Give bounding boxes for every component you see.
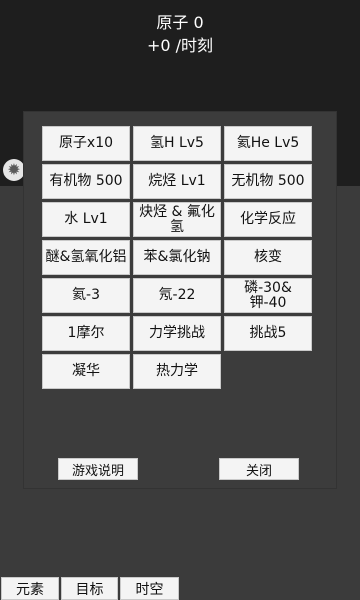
tab-spacetime[interactable]: 时空 [120, 577, 179, 600]
grid-button[interactable]: 苯&氯化钠 [133, 240, 221, 275]
grid-button[interactable]: 氦-3 [42, 278, 130, 313]
grid-button[interactable]: 1摩尔 [42, 316, 130, 351]
close-button[interactable]: 关闭 [219, 458, 299, 480]
grid-button[interactable]: 氢H Lv5 [133, 126, 221, 161]
grid-button[interactable]: 炔烃 & 氟化氢 [133, 202, 221, 237]
grid-button[interactable]: 有机物 500 [42, 164, 130, 199]
grid-button[interactable]: 烷烃 Lv1 [133, 164, 221, 199]
atom-count: 原子 0 [156, 13, 204, 32]
grid-button[interactable]: 凝华 [42, 354, 130, 389]
grid-button[interactable]: 醚&氢氧化铝 [42, 240, 130, 275]
achievements-panel: 原子x10 氢H Lv5 氦He Lv5 有机物 500 烷烃 Lv1 无机物 … [24, 112, 336, 488]
grid-button[interactable]: 原子x10 [42, 126, 130, 161]
settings-button[interactable]: ✹ [3, 159, 25, 181]
tab-elements[interactable]: 元素 [1, 577, 59, 600]
grid-button[interactable]: 水 Lv1 [42, 202, 130, 237]
grid-button[interactable]: 热力学 [133, 354, 221, 389]
help-button[interactable]: 游戏说明 [58, 458, 138, 480]
grid-button[interactable]: 磷-30&钾-40 [224, 278, 312, 313]
gear-icon: ✹ [7, 160, 21, 179]
button-grid: 原子x10 氢H Lv5 氦He Lv5 有机物 500 烷烃 Lv1 无机物 … [42, 126, 312, 389]
grid-button[interactable]: 氦He Lv5 [224, 126, 312, 161]
grid-button[interactable]: 力学挑战 [133, 316, 221, 351]
grid-button[interactable]: 核变 [224, 240, 312, 275]
grid-button[interactable]: 挑战5 [224, 316, 312, 351]
grid-button[interactable]: 氖-22 [133, 278, 221, 313]
grid-button[interactable]: 化学反应 [224, 202, 312, 237]
atom-rate: +0 /时刻 [146, 36, 214, 55]
tab-goals[interactable]: 目标 [61, 577, 118, 600]
grid-button[interactable]: 无机物 500 [224, 164, 312, 199]
